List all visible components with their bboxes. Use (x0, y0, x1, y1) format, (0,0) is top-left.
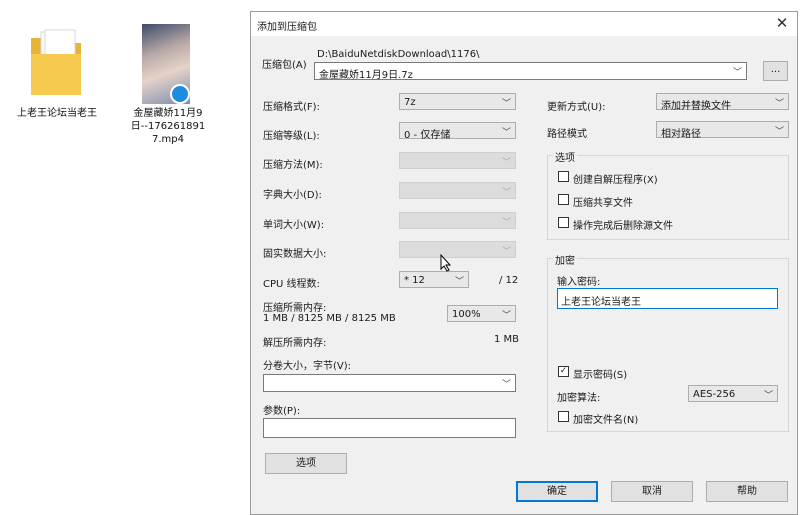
sfx-label: 创建自解压程序(X) (573, 175, 658, 186)
chevron-down-icon: ﹀ (501, 218, 511, 228)
chevron-down-icon: ﹀ (501, 188, 511, 198)
options-button[interactable]: 选项 (265, 453, 347, 474)
chevron-down-icon: ﹀ (501, 247, 511, 257)
method-select[interactable]: ﹀ (399, 152, 516, 169)
chevron-down-icon: ﹀ (774, 99, 784, 109)
chevron-down-icon: ﹀ (501, 128, 511, 138)
mem-percent-select[interactable]: 100% ﹀ (447, 305, 516, 322)
shared-checkbox[interactable] (558, 194, 569, 205)
archive-name-value: 金屋藏娇11月9日.7z (319, 70, 413, 81)
split-label: 分卷大小，字节(V): (263, 361, 352, 372)
folder-icon (27, 28, 85, 98)
video-thumbnail (142, 24, 190, 104)
folder-item[interactable]: 上老王论坛当老王 (15, 24, 99, 134)
add-to-archive-dialog: 添加到压缩包 ✕ 压缩包(A) D:\BaiduNetdiskDownload\… (250, 11, 798, 515)
cpu-select[interactable]: * 12 ﹀ (399, 271, 469, 288)
method-label: 压缩方法(M): (263, 160, 323, 171)
level-label: 压缩等级(L): (263, 131, 320, 142)
archive-path: D:\BaiduNetdiskDownload\1176\ (317, 49, 480, 60)
title-bar: 添加到压缩包 ✕ (251, 12, 797, 36)
chevron-down-icon: ﹀ (501, 311, 511, 321)
archive-label: 压缩包(A) (262, 60, 307, 71)
word-select[interactable]: ﹀ (399, 212, 516, 229)
pathmode-label: 路径模式 (547, 129, 587, 140)
close-icon[interactable]: ✕ (773, 14, 791, 32)
mem-comp-detail: 1 MB / 8125 MB / 8125 MB (263, 313, 396, 324)
chevron-down-icon: ﹀ (774, 127, 784, 137)
show-password-label: 显示密码(S) (573, 370, 628, 381)
split-combo[interactable]: ﹀ (263, 374, 516, 392)
enc-method-label: 加密算法: (557, 393, 601, 404)
pathmode-value: 相对路径 (661, 129, 701, 140)
ok-button[interactable]: 确定 (516, 481, 598, 502)
solid-select[interactable]: ﹀ (399, 241, 516, 258)
solid-label: 固实数据大小: (263, 249, 327, 260)
pathmode-select[interactable]: 相对路径 ﹀ (656, 121, 789, 140)
help-button[interactable]: 帮助 (706, 481, 788, 502)
mem-decomp-label: 解压所需内存: (263, 338, 327, 349)
mem-decomp-value: 1 MB (494, 334, 520, 345)
params-label: 参数(P): (263, 406, 301, 417)
mem-percent-value: 100% (452, 309, 481, 320)
player-badge-icon (170, 84, 190, 104)
update-value: 添加并替换文件 (661, 101, 731, 112)
cancel-button[interactable]: 取消 (611, 481, 693, 502)
cpu-value: * 12 (404, 275, 425, 286)
show-password-checkbox[interactable]: ✓ (558, 366, 569, 377)
chevron-down-icon: ﹀ (454, 277, 464, 287)
password-value: 上老王论坛当老王 (561, 297, 641, 308)
dict-select[interactable]: ﹀ (399, 182, 516, 199)
browse-button[interactable]: ... (763, 61, 788, 81)
archive-name-combo[interactable]: 金屋藏娇11月9日.7z ﹀ (314, 62, 747, 81)
encrypt-names-checkbox[interactable] (558, 411, 569, 422)
delete-label: 操作完成后删除源文件 (573, 221, 673, 232)
cpu-max: / 12 (499, 275, 519, 286)
shared-label: 压缩共享文件 (573, 198, 633, 209)
update-select[interactable]: 添加并替换文件 ﹀ (656, 93, 789, 112)
folder-label: 上老王论坛当老王 (17, 108, 97, 119)
params-input[interactable] (263, 418, 516, 438)
level-select[interactable]: 0 - 仅存储 ﹀ (399, 122, 516, 141)
dialog-title: 添加到压缩包 (257, 22, 317, 33)
video-file-item[interactable]: 金屋藏娇11月9日--1762618917.mp4 (126, 24, 210, 174)
enc-method-select[interactable]: AES-256 ﹀ (688, 385, 778, 402)
word-label: 单词大小(W): (263, 220, 325, 231)
mouse-cursor-icon (440, 253, 452, 272)
password-input[interactable]: 上老王论坛当老王 (557, 288, 778, 309)
video-label: 金屋藏娇11月9日--1762618917.mp4 (130, 108, 206, 145)
dict-label: 字典大小(D): (263, 190, 322, 201)
sfx-checkbox[interactable] (558, 171, 569, 182)
cpu-label: CPU 线程数: (263, 279, 320, 290)
chevron-down-icon: ﹀ (501, 380, 511, 390)
encryption-group-title: 加密 (553, 252, 577, 267)
encrypt-names-label: 加密文件名(N) (573, 415, 639, 426)
chevron-down-icon: ﹀ (501, 99, 511, 109)
format-label: 压缩格式(F): (263, 102, 320, 113)
format-value: 7z (404, 97, 416, 108)
level-value: 0 - 仅存储 (404, 130, 451, 141)
chevron-down-icon: ﹀ (501, 158, 511, 168)
chevron-down-icon: ﹀ (732, 68, 742, 78)
mem-comp-label: 压缩所需内存: (263, 303, 327, 314)
chevron-down-icon: ﹀ (763, 391, 773, 401)
delete-checkbox[interactable] (558, 217, 569, 228)
enc-method-value: AES-256 (693, 389, 736, 400)
update-label: 更新方式(U): (547, 102, 606, 113)
password-label: 输入密码: (557, 277, 601, 288)
format-select[interactable]: 7z ﹀ (399, 93, 516, 110)
options-group-title: 选项 (553, 149, 577, 164)
